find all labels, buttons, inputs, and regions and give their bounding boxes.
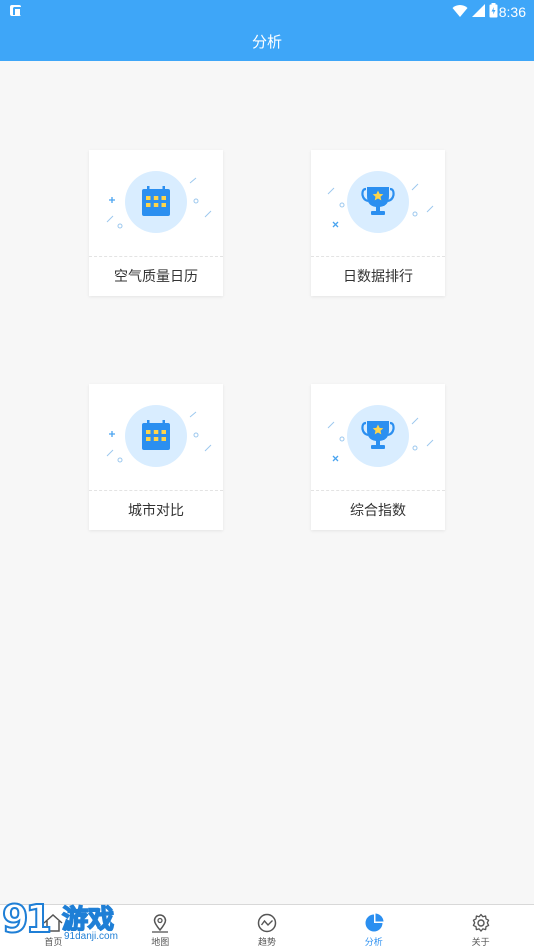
map-pin-icon (152, 914, 169, 933)
calendar-illustration (106, 171, 212, 233)
tab-analysis[interactable]: 分析 (320, 905, 427, 950)
card-city-comparison[interactable]: 城市对比 (89, 384, 223, 530)
trophy-illustration (327, 171, 434, 233)
battery-icon (489, 3, 498, 18)
card-air-quality-calendar[interactable]: 空气质量日历 (89, 150, 223, 296)
tab-label: 分析 (364, 938, 383, 948)
trend-icon (257, 913, 277, 933)
card-divider (311, 490, 445, 491)
card-daily-ranking[interactable]: 日数据排行 (311, 150, 445, 296)
calendar-illustration (106, 405, 212, 467)
wifi-icon (452, 4, 468, 17)
app-notification-icon (10, 5, 22, 16)
pie-chart-icon (365, 913, 384, 932)
card-label: 日数据排行 (343, 269, 413, 285)
gear-icon (472, 913, 489, 932)
watermark-url: 91danji.com (62, 931, 120, 942)
signal-icon (472, 4, 485, 17)
tab-label: 关于 (471, 938, 490, 948)
tab-label: 趋势 (257, 938, 276, 948)
card-divider (89, 490, 223, 491)
tab-label: 地图 (151, 938, 170, 948)
app-header: 分析 (0, 24, 534, 61)
page-title: 分析 (251, 33, 282, 51)
status-time: 8:36 (498, 4, 526, 20)
card-label: 综合指数 (350, 503, 406, 519)
card-divider (89, 256, 223, 257)
tab-trend[interactable]: 趋势 (214, 905, 321, 950)
site-watermark: 91 游戏 91danji.com (0, 895, 140, 950)
status-icons (452, 3, 498, 18)
tab-about[interactable]: 关于 (427, 905, 534, 950)
watermark-logo: 91 (1, 896, 53, 942)
calendar-icon (142, 186, 170, 216)
card-divider (311, 256, 445, 257)
card-label: 空气质量日历 (114, 269, 198, 285)
calendar-icon (142, 420, 170, 450)
status-bar: 8:36 (0, 0, 534, 24)
card-composite-index[interactable]: 综合指数 (311, 384, 445, 530)
trophy-illustration (327, 405, 434, 467)
card-label: 城市对比 (128, 503, 184, 519)
